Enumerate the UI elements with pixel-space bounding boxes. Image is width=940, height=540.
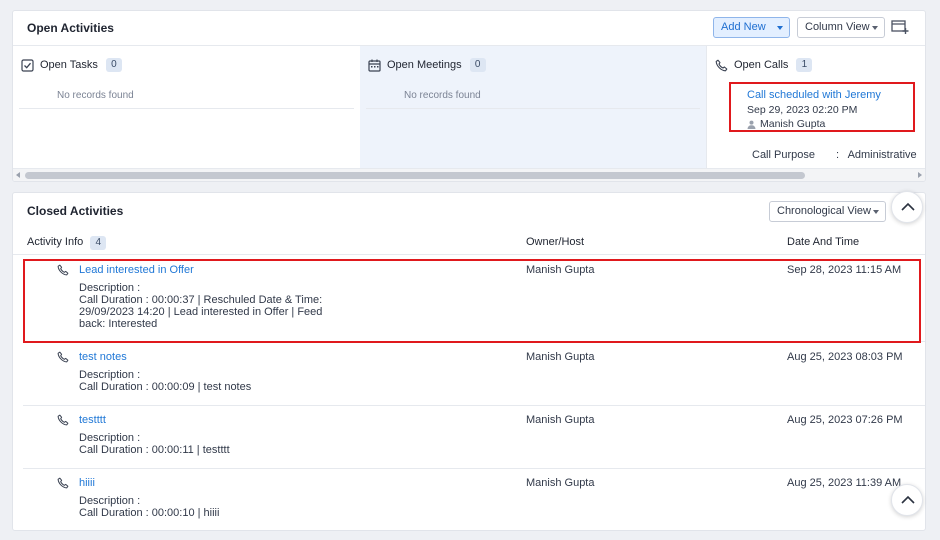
divider [23,341,925,342]
column-header-date: Date And Time [787,236,860,248]
open-call-title-link[interactable]: Call scheduled with Jeremy [747,89,881,101]
chronological-view-label: Chronological View [777,205,871,217]
open-tasks-label: Open Tasks [40,59,98,71]
divider [19,108,354,109]
column-view-label: Column View [805,21,870,33]
activity-date: Sep 28, 2023 11:15 AM [787,264,902,276]
open-activities-panel: Open Activities Add New Column View Open… [12,10,926,182]
scroll-to-top-button[interactable] [891,191,923,223]
open-meetings-label: Open Meetings [387,59,462,71]
call-purpose-field: Call Purpose : Administrative [752,149,917,161]
activity-description: Description : Call Duration : 00:00:37 |… [79,282,324,330]
open-activities-title: Open Activities [27,21,114,35]
no-records-text: No records found [57,90,134,101]
activity-description: Description : Call Duration : 00:00:09 |… [79,369,324,393]
add-new-label: Add New [721,21,766,33]
column-header-activity-info: Activity Info 4 [27,236,107,250]
activity-title-link[interactable]: test notes [79,351,127,363]
table-row: hiiii Description : Call Duration : 00:0… [13,469,925,530]
open-call-datetime: Sep 29, 2023 02:20 PM [747,104,858,116]
activity-owner: Manish Gupta [526,414,595,426]
activity-title-link[interactable]: testttt [79,414,106,426]
open-tasks-column: Open Tasks 0 No records found [13,46,360,168]
description-text: Call Duration : 00:00:11 | testttt [79,444,230,456]
chevron-down-icon [872,26,878,30]
activity-owner: Manish Gupta [526,351,595,363]
horizontal-scrollbar[interactable] [13,168,925,181]
phone-icon [57,351,69,363]
scroll-to-top-button[interactable] [891,484,923,516]
open-calls-count: 1 [796,58,813,72]
closed-activities-count: 4 [90,236,107,250]
add-new-button[interactable]: Add New [713,17,790,38]
activity-title-link[interactable]: Lead interested in Offer [79,264,194,276]
closed-activities-table-header: Activity Info 4 Owner/Host Date And Time [13,233,925,255]
closed-activities-panel: Closed Activities Chronological View Act… [12,192,926,531]
chevron-up-icon [901,202,915,211]
description-label: Description : [79,282,141,294]
description-label: Description : [79,369,141,381]
table-row: Lead interested in Offer Description : C… [13,256,925,342]
divider [13,254,925,255]
description-text: Call Duration : 00:00:37 | Reschuled Dat… [79,294,323,330]
no-records-text: No records found [404,90,481,101]
open-call-owner-name: Manish Gupta [760,118,826,130]
column-header-owner: Owner/Host [526,236,585,248]
chevron-up-icon [901,495,915,504]
activity-info-label: Activity Info [27,236,84,248]
calendar-icon [368,59,381,72]
phone-icon [57,414,69,426]
divider [366,108,700,109]
activity-date: Aug 25, 2023 08:03 PM [787,351,903,363]
activity-owner: Manish Gupta [526,477,595,489]
phone-icon [57,264,69,276]
phone-icon [715,59,728,71]
open-calls-label: Open Calls [734,59,789,71]
person-icon [747,120,756,129]
open-meetings-column: Open Meetings 0 No records found [360,46,706,168]
activity-date: Aug 25, 2023 07:26 PM [787,414,903,426]
activity-description: Description : Call Duration : 00:00:11 |… [79,432,324,456]
call-purpose-value: Administrative [847,149,917,161]
open-tasks-header: Open Tasks 0 [21,56,122,74]
description-text: Call Duration : 00:00:10 | hiiii [79,507,220,519]
description-label: Description : [79,432,141,444]
phone-icon [57,477,69,489]
open-calls-header: Open Calls 1 [715,56,813,74]
scroll-right-icon[interactable] [918,172,922,178]
table-row: test notes Description : Call Duration :… [13,343,925,406]
activity-description: Description : Call Duration : 00:00:10 |… [79,495,324,519]
closed-activities-title: Closed Activities [27,204,124,218]
description-text: Call Duration : 00:00:09 | test notes [79,381,252,393]
description-label: Description : [79,495,141,507]
open-calls-column: Open Calls 1 Call scheduled with Jeremy … [706,46,925,168]
open-call-card: Call scheduled with Jeremy Sep 29, 2023 … [729,82,915,132]
table-row: testttt Description : Call Duration : 00… [13,406,925,469]
open-meetings-header: Open Meetings 0 [368,56,486,74]
scroll-left-icon[interactable] [16,172,20,178]
column-view-dropdown[interactable]: Column View [797,17,885,38]
chronological-view-dropdown[interactable]: Chronological View [769,201,886,222]
activity-date: Aug 25, 2023 11:39 AM [787,477,902,489]
chevron-down-icon [873,210,879,214]
activity-title-link[interactable]: hiiii [79,477,95,489]
add-widget-icon[interactable] [891,19,909,35]
call-purpose-separator: : [836,149,840,161]
checkbox-icon [21,58,34,72]
scrollbar-thumb[interactable] [25,172,805,179]
activity-owner: Manish Gupta [526,264,595,276]
call-purpose-label: Call Purpose [752,149,815,161]
open-tasks-count: 0 [105,58,122,72]
chevron-down-icon [777,26,783,30]
open-call-owner: Manish Gupta [747,118,825,130]
open-meetings-count: 0 [469,58,486,72]
